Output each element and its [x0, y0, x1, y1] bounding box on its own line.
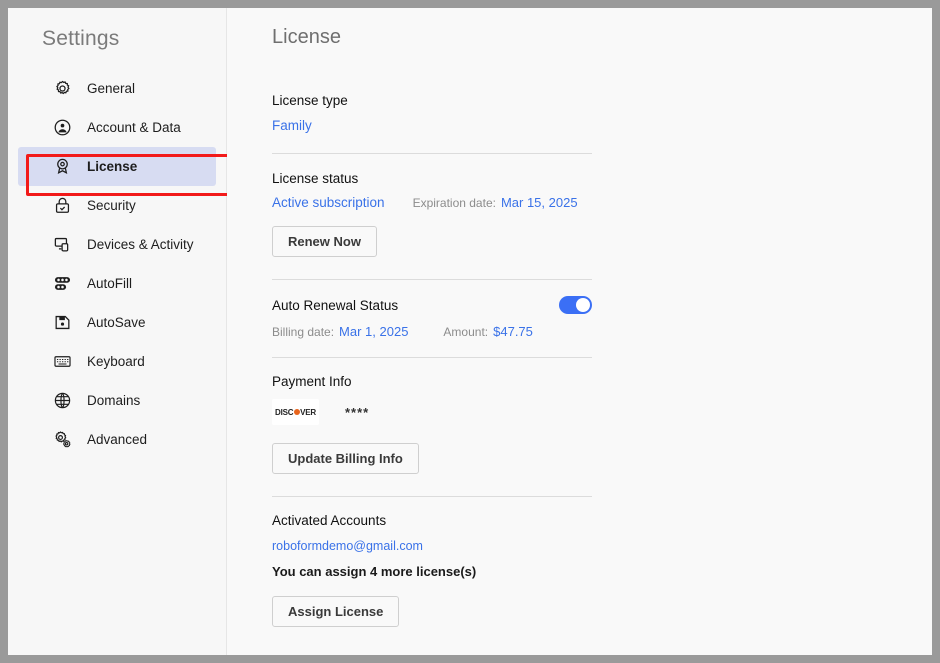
card-mask-value: **** [345, 404, 370, 420]
update-billing-info-button[interactable]: Update Billing Info [272, 443, 419, 474]
sidebar-item-label: Keyboard [87, 354, 145, 369]
license-badge-icon [52, 156, 73, 177]
sidebar-item-security[interactable]: Security [18, 186, 216, 225]
sidebar-item-label: Advanced [87, 432, 148, 447]
payment-info-section: Payment Info DISC VER **** Update Billing… [272, 374, 592, 474]
gear-icon [52, 78, 73, 99]
account-circle-icon [52, 117, 73, 138]
payment-info-heading: Payment Info [272, 374, 352, 389]
assign-license-button[interactable]: Assign License [272, 596, 400, 627]
sidebar-nav: General Account & Data License Security … [8, 69, 226, 459]
amount-label: Amount: [443, 325, 489, 339]
discover-card-icon: DISC VER [272, 399, 319, 425]
sidebar-item-label: License [87, 159, 138, 174]
auto-renewal-toggle[interactable] [559, 296, 592, 314]
amount-value: $47.75 [493, 324, 533, 339]
sidebar-item-autosave[interactable]: AutoSave [18, 303, 216, 342]
activated-accounts-heading: Activated Accounts [272, 513, 387, 528]
license-type-section: License type Family [272, 93, 592, 135]
auto-renewal-header-row: Auto Renewal Status [272, 296, 592, 314]
divider [272, 153, 592, 154]
divider [272, 279, 592, 280]
license-type-heading: License type [272, 93, 348, 108]
renew-now-button[interactable]: Renew Now [272, 226, 377, 257]
sidebar-item-label: General [87, 81, 136, 96]
sidebar: Settings General Account & Data License … [8, 8, 230, 655]
page-title: License [272, 26, 341, 48]
expiration-date-value: Mar 15, 2025 [500, 195, 578, 210]
divider [272, 357, 592, 358]
lock-check-icon [52, 195, 73, 216]
sidebar-item-label: Security [87, 198, 136, 213]
billing-date-value: Mar 1, 2025 [339, 324, 409, 339]
sidebar-item-label: Domains [87, 393, 141, 408]
sidebar-item-license[interactable]: License [18, 147, 216, 186]
expiration-date-label: Expiration date: [412, 196, 496, 210]
sidebar-item-label: Devices & Activity [87, 237, 194, 252]
devices-icon [52, 234, 73, 255]
payment-card-row: DISC VER **** [272, 399, 592, 425]
activated-accounts-section: Activated Accounts roboformdemo@gmail.co… [272, 513, 592, 627]
license-status-value[interactable]: Active subscription [272, 195, 385, 210]
sidebar-item-label: AutoFill [87, 276, 133, 291]
assign-license-note: You can assign 4 more license(s) [272, 564, 477, 579]
sidebar-item-autofill[interactable]: AutoFill [18, 264, 216, 303]
toggle-knob [576, 298, 590, 312]
keyboard-icon [52, 351, 73, 372]
license-type-value[interactable]: Family [272, 118, 312, 133]
sidebar-item-general[interactable]: General [18, 69, 216, 108]
globe-icon [52, 390, 73, 411]
license-status-section: License status Active subscription Expir… [272, 171, 592, 257]
divider [272, 496, 592, 497]
sidebar-item-label: AutoSave [87, 315, 146, 330]
sidebar-item-keyboard[interactable]: Keyboard [18, 342, 216, 381]
sidebar-item-label: Account & Data [87, 120, 181, 135]
billing-date-label: Billing date: [272, 325, 335, 339]
page-title-settings: Settings [42, 27, 120, 50]
license-status-row: Active subscription Expiration date: Mar… [272, 195, 592, 210]
license-status-heading: License status [272, 171, 359, 186]
main-content: License License type Family License stat… [227, 8, 932, 655]
sidebar-item-devices-activity[interactable]: Devices & Activity [18, 225, 216, 264]
sidebar-item-domains[interactable]: Domains [18, 381, 216, 420]
sidebar-item-advanced[interactable]: Advanced [18, 420, 216, 459]
settings-window: Settings General Account & Data License … [8, 8, 932, 655]
billing-row: Billing date: Mar 1, 2025 Amount: $47.75 [272, 324, 592, 339]
autofill-toggles-icon [52, 273, 73, 294]
auto-renewal-section: Auto Renewal Status Billing date: Mar 1,… [272, 296, 592, 339]
floppy-disk-icon [52, 312, 73, 333]
activated-account-email[interactable]: roboformdemo@gmail.com [272, 539, 423, 553]
discover-orange-dot [293, 409, 300, 415]
sidebar-item-account-data[interactable]: Account & Data [18, 108, 216, 147]
auto-renewal-heading: Auto Renewal Status [272, 297, 399, 313]
discover-wordmark: DISC VER [275, 407, 316, 417]
gears-icon [52, 429, 73, 450]
